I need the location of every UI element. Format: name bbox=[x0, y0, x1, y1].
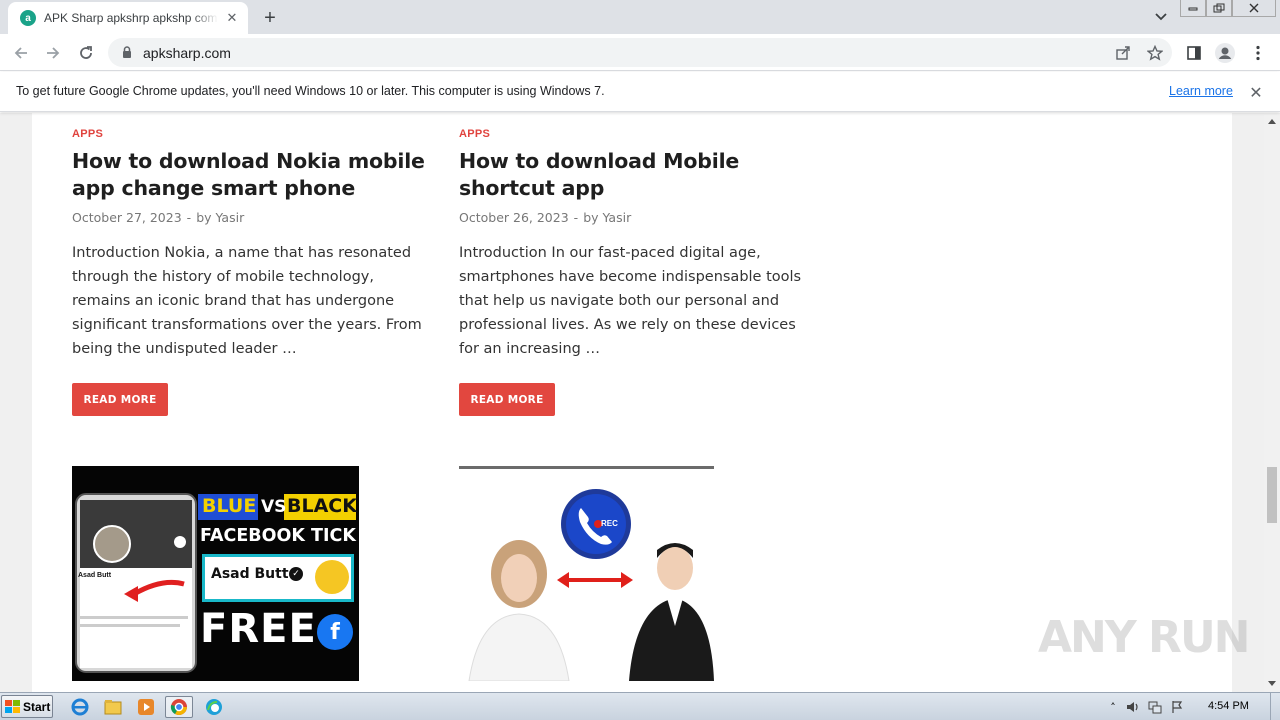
browser-toolbar: apksharp.com bbox=[0, 34, 1280, 71]
reload-icon[interactable] bbox=[73, 40, 99, 66]
side-panel-icon[interactable] bbox=[1181, 40, 1207, 66]
post-category[interactable]: APPS bbox=[459, 128, 819, 140]
infobar-message: To get future Google Chrome updates, you… bbox=[16, 84, 605, 98]
post-meta: October 26, 2023- by Yasir bbox=[459, 210, 819, 225]
infobar-close-icon[interactable]: ✕ bbox=[1247, 83, 1265, 102]
system-tray: ˄ bbox=[1104, 693, 1188, 720]
scrollbar-thumb[interactable] bbox=[1267, 467, 1277, 523]
window-controls bbox=[1180, 0, 1276, 17]
facebook-logo-icon: f bbox=[317, 614, 353, 650]
address-bar[interactable]: apksharp.com bbox=[108, 38, 1172, 67]
close-window-icon[interactable] bbox=[1232, 0, 1276, 17]
post-thumbnail-call-recorder[interactable]: REC bbox=[459, 466, 714, 681]
post-excerpt: Introduction In our fast-paced digital a… bbox=[459, 245, 802, 357]
minimize-window-icon[interactable] bbox=[1180, 0, 1206, 17]
show-hidden-icons-icon[interactable]: ˄ bbox=[1104, 701, 1122, 714]
post-author[interactable]: Yasir bbox=[216, 210, 245, 225]
tab-strip: a APK Sharp apkshrp apkshp com - Yo ✕ + bbox=[0, 0, 1280, 34]
start-label: Start bbox=[23, 699, 51, 714]
volume-icon[interactable] bbox=[1122, 700, 1144, 714]
scroll-down-arrow-icon[interactable] bbox=[1268, 681, 1276, 686]
network-icon[interactable] bbox=[1144, 700, 1166, 714]
windows-taskbar: Start ˄ 4:54 PM bbox=[0, 692, 1280, 720]
edge-icon[interactable] bbox=[200, 696, 228, 718]
thumbs-up-emoji-icon bbox=[315, 560, 349, 594]
vs-label: VS bbox=[261, 497, 287, 517]
read-more-button[interactable]: READ MORE bbox=[72, 383, 168, 416]
anyrun-watermark: ANY RUN bbox=[1038, 612, 1250, 663]
browser-tab[interactable]: a APK Sharp apkshrp apkshp com - Yo ✕ bbox=[8, 2, 248, 34]
file-explorer-icon[interactable] bbox=[99, 696, 127, 718]
post-by: by bbox=[583, 210, 599, 225]
update-infobar: To get future Google Chrome updates, you… bbox=[0, 72, 1280, 112]
post-title[interactable]: How to download Nokia mobile app change … bbox=[72, 148, 432, 202]
more-menu-icon[interactable] bbox=[1245, 40, 1271, 66]
tab-title: APK Sharp apkshrp apkshp com - Yo bbox=[44, 11, 218, 25]
chrome-taskbar-icon[interactable] bbox=[165, 696, 193, 718]
action-center-flag-icon[interactable] bbox=[1166, 700, 1188, 714]
url-text: apksharp.com bbox=[143, 44, 231, 61]
taskbar-clock[interactable]: 4:54 PM bbox=[1208, 700, 1249, 712]
call-recorder-artwork bbox=[459, 466, 714, 681]
media-player-icon[interactable] bbox=[132, 696, 160, 718]
windows-logo-icon bbox=[5, 699, 20, 713]
post-excerpt: Introduction Nokia, a name that has reso… bbox=[72, 245, 422, 357]
name-card: Asad Butt ✓ bbox=[202, 554, 354, 602]
name-card-label: Asad Butt bbox=[211, 566, 289, 582]
black-label: BLACK bbox=[287, 495, 357, 517]
scroll-up-arrow-icon[interactable] bbox=[1268, 119, 1276, 124]
new-tab-button[interactable]: + bbox=[258, 6, 282, 30]
restore-window-icon[interactable] bbox=[1206, 0, 1232, 17]
meta-separator: - bbox=[573, 210, 579, 225]
post-thumbnail-facebook-tick[interactable]: BLUE VS BLACK FACEBOOK TICK Asad Butt ✓ … bbox=[72, 466, 359, 681]
blue-label: BLUE bbox=[202, 495, 257, 517]
post-author[interactable]: Yasir bbox=[603, 210, 632, 225]
post-by: by bbox=[196, 210, 212, 225]
post-card: APPS How to download Nokia mobile app ch… bbox=[72, 128, 432, 361]
tab-search-chevron-icon[interactable] bbox=[1150, 6, 1172, 28]
post-category[interactable]: APPS bbox=[72, 128, 432, 140]
page-viewport: APPS How to download Nokia mobile app ch… bbox=[0, 113, 1264, 692]
forward-arrow-icon[interactable] bbox=[40, 40, 66, 66]
lock-icon[interactable] bbox=[120, 46, 134, 60]
back-arrow-icon[interactable] bbox=[8, 40, 34, 66]
read-more-button[interactable]: READ MORE bbox=[459, 383, 555, 416]
facebook-tick-headline: FACEBOOK TICK bbox=[200, 526, 356, 546]
phone-profile-name: Asad Butt bbox=[78, 572, 112, 579]
profile-avatar-icon[interactable] bbox=[1212, 40, 1238, 66]
show-desktop-button[interactable] bbox=[1270, 693, 1280, 720]
favicon-letter: a bbox=[25, 12, 31, 24]
start-button[interactable]: Start bbox=[1, 695, 53, 718]
page-content: APPS How to download Nokia mobile app ch… bbox=[32, 113, 1232, 692]
vertical-scrollbar[interactable] bbox=[1264, 113, 1280, 692]
meta-separator: - bbox=[186, 210, 192, 225]
bookmark-star-icon[interactable] bbox=[1144, 42, 1166, 64]
learn-more-link[interactable]: Learn more bbox=[1169, 84, 1233, 98]
verified-badge-icon: ✓ bbox=[289, 567, 303, 581]
site-favicon-icon: a bbox=[20, 10, 36, 26]
free-label: FREE bbox=[200, 606, 317, 652]
internet-explorer-icon[interactable] bbox=[66, 696, 94, 718]
share-icon[interactable] bbox=[1112, 42, 1134, 64]
post-card: APPS How to download Mobile shortcut app… bbox=[459, 128, 819, 361]
post-date[interactable]: October 27, 2023 bbox=[72, 210, 182, 225]
post-title[interactable]: How to download Mobile shortcut app bbox=[459, 148, 819, 202]
rec-label: REC bbox=[601, 519, 618, 528]
post-date[interactable]: October 26, 2023 bbox=[459, 210, 569, 225]
close-tab-icon[interactable]: ✕ bbox=[224, 10, 240, 26]
post-meta: October 27, 2023- by Yasir bbox=[72, 210, 432, 225]
